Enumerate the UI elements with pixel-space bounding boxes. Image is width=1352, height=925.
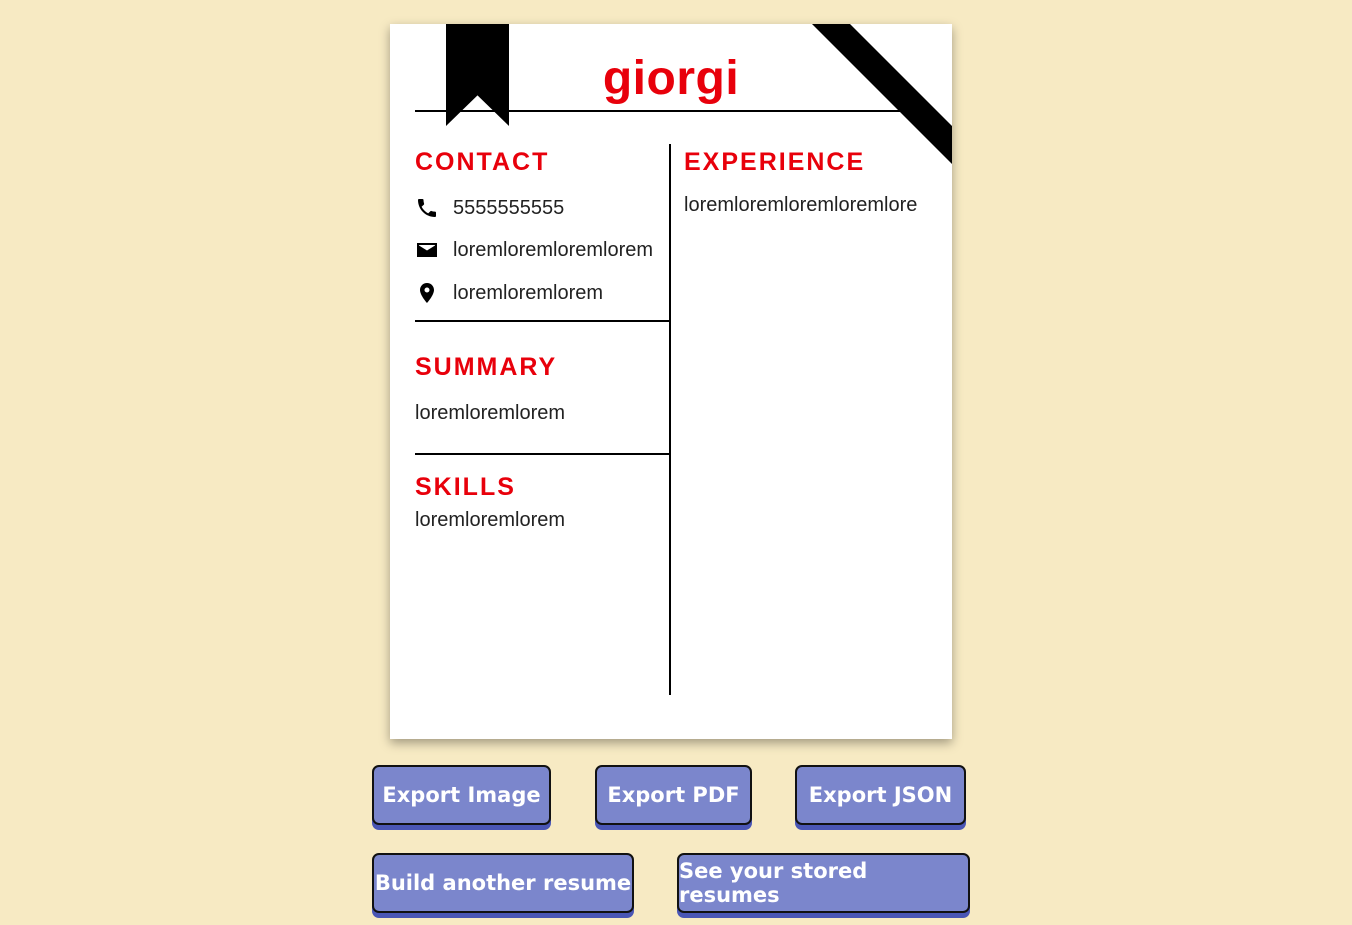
experience-text: loremloremloremloremlore bbox=[684, 194, 918, 216]
stored-resumes-button[interactable]: See your stored resumes bbox=[677, 853, 970, 913]
contact-phone-text: 5555555555 bbox=[453, 196, 565, 219]
contact-email: loremloremloremlorem bbox=[415, 235, 653, 265]
skills-text: loremloremlorem bbox=[415, 509, 566, 531]
location-pin-icon bbox=[415, 281, 439, 305]
build-another-resume-button[interactable]: Build another resume bbox=[372, 853, 634, 913]
export-image-button[interactable]: Export Image bbox=[372, 765, 551, 825]
contact-location: loremloremlorem bbox=[415, 278, 603, 308]
contact-phone: 5555555555 bbox=[415, 193, 564, 223]
contact-heading: CONTACT bbox=[415, 148, 550, 176]
export-json-button[interactable]: Export JSON bbox=[795, 765, 966, 825]
summary-heading: SUMMARY bbox=[415, 353, 558, 381]
column-divider bbox=[669, 144, 671, 695]
contact-location-text: loremloremlorem bbox=[453, 281, 604, 304]
phone-icon bbox=[415, 196, 439, 220]
section-divider bbox=[415, 453, 670, 455]
summary-text: loremloremlorem bbox=[415, 402, 566, 424]
resume-preview: giorgi CONTACT 5555555555 loremloremlore… bbox=[390, 24, 952, 739]
corner-ribbon bbox=[812, 24, 952, 164]
contact-email-text: loremloremloremlorem bbox=[453, 238, 654, 261]
export-pdf-button[interactable]: Export PDF bbox=[595, 765, 752, 825]
section-divider bbox=[415, 320, 670, 322]
mail-icon bbox=[415, 238, 439, 262]
skills-heading: SKILLS bbox=[415, 473, 516, 501]
